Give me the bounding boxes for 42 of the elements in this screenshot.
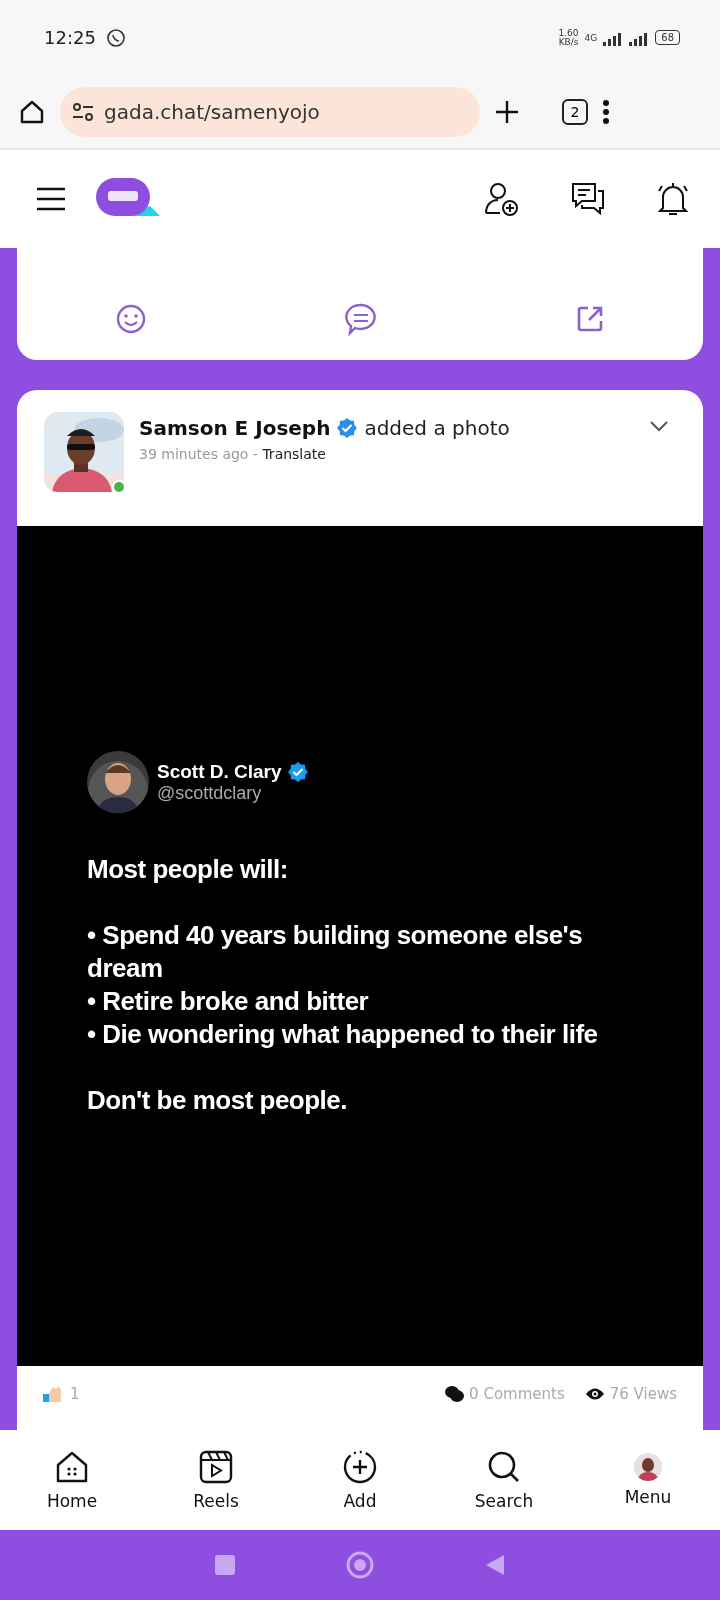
post-action: added a photo (364, 416, 510, 440)
view-count: 76 Views (609, 1385, 677, 1403)
tweet-text: Most people will: (87, 853, 289, 886)
nav-avatar-button[interactable]: Menu (598, 1453, 698, 1507)
post-time: 39 minutes ago - (139, 446, 259, 462)
messages-icon[interactable] (570, 181, 606, 217)
video-icon (198, 1449, 234, 1485)
tweet-text: • Spend 40 years building someone else's dream (87, 919, 584, 985)
nav-reels-button[interactable]: Reels (166, 1449, 266, 1511)
clock: 12:25 (44, 27, 96, 48)
tweet-text: Don't be most people. (87, 1084, 349, 1117)
network-speed: 1.60 (558, 28, 579, 38)
bell-icon[interactable] (656, 181, 690, 217)
add-friend-icon[interactable] (484, 181, 520, 217)
new-tab-icon[interactable] (494, 98, 520, 125)
add-icon (342, 1449, 378, 1485)
eye-icon (584, 1387, 605, 1401)
nav-add-button[interactable]: Add (310, 1449, 410, 1511)
tweet-text: • Retire broke and bitter (87, 985, 370, 1018)
battery-level: 68 (655, 30, 680, 45)
smiley-icon[interactable] (115, 303, 147, 335)
network-type: 4G (584, 32, 598, 43)
home-icon (54, 1449, 90, 1485)
tweet-text: • Die wondering what happened to their life (87, 1018, 599, 1051)
nav-search-button[interactable]: Search (454, 1449, 554, 1511)
translate-link[interactable]: Translate (262, 446, 326, 462)
menu-icon[interactable] (36, 187, 66, 211)
tweet-author: Scott D. Clary (157, 760, 282, 783)
more-icon[interactable] (602, 98, 610, 125)
comments-icon (444, 1385, 465, 1403)
comment-icon[interactable] (343, 301, 379, 337)
site-settings-icon[interactable] (72, 101, 94, 122)
chevron-down-icon[interactable] (649, 420, 669, 432)
tab-count-button[interactable]: 2 (562, 98, 588, 125)
tweet-handle: @scottdclary (157, 782, 263, 804)
reaction-count: 1 (70, 1385, 80, 1403)
author-name[interactable]: Samson E Joseph (139, 416, 331, 440)
chat-icon (105, 27, 126, 48)
speed-unit: KB/s (558, 37, 579, 47)
share-icon[interactable] (575, 304, 605, 334)
address-bar[interactable]: gada.chat/samenyojo (60, 86, 480, 137)
nav-home-button[interactable]: Home (22, 1449, 122, 1511)
